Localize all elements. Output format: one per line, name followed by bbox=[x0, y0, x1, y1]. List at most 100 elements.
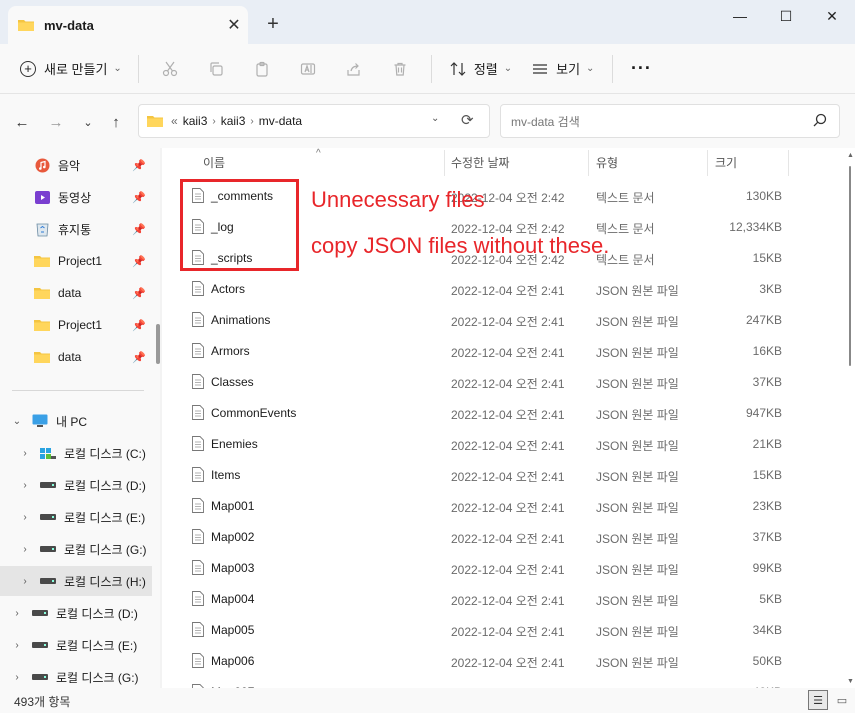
column-divider[interactable] bbox=[788, 150, 789, 176]
chevron-right-icon[interactable]: › bbox=[18, 544, 32, 555]
sidebar-item-data[interactable]: data 📌 bbox=[0, 278, 152, 308]
chevron-down-icon: ⌄ bbox=[586, 63, 595, 74]
drive-icon bbox=[40, 542, 56, 556]
file-row[interactable]: Map006 2022-12-04 오전 2:41 JSON 원본 파일 50KB bbox=[182, 645, 842, 676]
file-row[interactable]: Actors 2022-12-04 오전 2:41 JSON 원본 파일 3KB bbox=[182, 273, 842, 304]
maximize-button[interactable]: ☐ bbox=[763, 0, 809, 32]
breadcrumb-item[interactable]: kaii3 bbox=[183, 114, 208, 128]
tab-close-icon[interactable]: ✕ bbox=[220, 11, 248, 39]
sidebar-item-label: 휴지통 bbox=[58, 222, 92, 237]
sort-button[interactable]: 정렬 ⌄ bbox=[440, 53, 522, 85]
breadcrumb-item[interactable]: kaii3 bbox=[221, 114, 246, 128]
sidebar-item-label: Project1 bbox=[58, 318, 103, 332]
up-button[interactable]: ↑ bbox=[102, 108, 130, 136]
chevron-right-icon[interactable]: › bbox=[10, 640, 24, 651]
sidebar-item-this-pc[interactable]: ⌄ 내 PC bbox=[0, 406, 152, 436]
file-row[interactable]: Map004 2022-12-04 오전 2:41 JSON 원본 파일 5KB bbox=[182, 583, 842, 614]
tab-mv-data[interactable]: mv-data ✕ bbox=[8, 6, 248, 44]
pin-icon: 📌 bbox=[132, 159, 146, 172]
sidebar-item-drive-e[interactable]: › 로컬 디스크 (E:) bbox=[0, 502, 152, 532]
file-row[interactable]: Enemies 2022-12-04 오전 2:41 JSON 원본 파일 21KB bbox=[182, 428, 842, 459]
new-button[interactable]: + 새로 만들기 ⌄ bbox=[12, 53, 130, 85]
file-row[interactable]: Map001 2022-12-04 오전 2:41 JSON 원본 파일 23KB bbox=[182, 490, 842, 521]
chevron-down-icon[interactable]: ⌄ bbox=[10, 416, 24, 427]
file-row[interactable]: Classes 2022-12-04 오전 2:41 JSON 원본 파일 37KB bbox=[182, 366, 842, 397]
sidebar-item-drive-d[interactable]: › 로컬 디스크 (D:) bbox=[0, 470, 152, 500]
folder-icon bbox=[34, 254, 50, 268]
paste-button[interactable] bbox=[239, 53, 285, 85]
sidebar-item-network-drive-e[interactable]: › 로컬 디스크 (E:) bbox=[0, 630, 152, 660]
copy-icon bbox=[210, 61, 223, 76]
column-divider[interactable] bbox=[444, 150, 445, 176]
pin-icon: 📌 bbox=[132, 319, 146, 332]
file-size: 21KB bbox=[752, 437, 782, 451]
view-button[interactable]: 보기 ⌄ bbox=[522, 53, 604, 85]
file-size: 34KB bbox=[752, 623, 782, 637]
chevron-right-icon[interactable]: › bbox=[18, 480, 32, 491]
content-scrollbar-thumb[interactable] bbox=[849, 166, 851, 366]
breadcrumb-item[interactable]: mv-data bbox=[259, 114, 302, 128]
recent-locations-button[interactable]: ⌄ bbox=[74, 108, 102, 136]
file-row[interactable]: Map003 2022-12-04 오전 2:41 JSON 원본 파일 99KB bbox=[182, 552, 842, 583]
file-type: JSON 원본 파일 bbox=[596, 315, 679, 329]
refresh-icon[interactable]: ⟳ bbox=[461, 111, 474, 129]
file-size: 99KB bbox=[752, 561, 782, 575]
sidebar-item-network-drive-g[interactable]: › 로컬 디스크 (G:) bbox=[0, 662, 152, 688]
chevron-right-icon[interactable]: › bbox=[10, 672, 24, 683]
sidebar-item-network-drive-d[interactable]: › 로컬 디스크 (D:) bbox=[0, 598, 152, 628]
sidebar-item-videos[interactable]: 동영상 📌 bbox=[0, 182, 152, 212]
file-name: Map002 bbox=[211, 530, 255, 544]
file-row[interactable]: Map005 2022-12-04 오전 2:41 JSON 원본 파일 34KB bbox=[182, 614, 842, 645]
delete-button[interactable] bbox=[377, 53, 423, 85]
sidebar-scrollbar[interactable] bbox=[156, 324, 160, 364]
sidebar-item-project1[interactable]: Project1 📌 bbox=[0, 310, 152, 340]
cut-button[interactable] bbox=[147, 53, 193, 85]
column-header-size[interactable]: 크기 bbox=[715, 148, 737, 176]
column-header-date[interactable]: 수정한 날짜 bbox=[451, 148, 510, 176]
tiles-view-button[interactable]: ▭ bbox=[832, 690, 852, 710]
file-row[interactable]: Items 2022-12-04 오전 2:41 JSON 원본 파일 15KB bbox=[182, 459, 842, 490]
sidebar-item-data[interactable]: data 📌 bbox=[0, 342, 152, 372]
video-icon bbox=[34, 190, 50, 204]
minimize-button[interactable]: — bbox=[717, 0, 763, 32]
tab-title: mv-data bbox=[44, 17, 94, 33]
sidebar-item-music[interactable]: 음악 📌 bbox=[0, 150, 152, 180]
address-bar[interactable]: « kaii3 › kaii3 › mv-data ⌄ ⟳ bbox=[138, 104, 490, 138]
command-bar: + 새로 만들기 ⌄ 정렬 ⌄ 보기 ⌄ ··· bbox=[0, 44, 855, 94]
scroll-down-arrow[interactable]: ▼ bbox=[847, 678, 854, 685]
address-dropdown-icon[interactable]: ⌄ bbox=[431, 113, 439, 124]
column-divider[interactable] bbox=[588, 150, 589, 176]
sidebar-item-drive-c[interactable]: › 로컬 디스크 (C:) bbox=[0, 438, 152, 468]
chevron-right-icon[interactable]: › bbox=[18, 576, 32, 587]
scroll-up-arrow[interactable]: ▲ bbox=[847, 152, 854, 159]
overflow-breadcrumb[interactable]: « bbox=[171, 114, 178, 128]
forward-button[interactable]: → bbox=[42, 108, 70, 136]
column-header-name[interactable]: 이름 bbox=[203, 148, 225, 176]
file-name: CommonEvents bbox=[211, 406, 297, 420]
copy-button[interactable] bbox=[193, 53, 239, 85]
file-row[interactable]: Animations 2022-12-04 오전 2:41 JSON 원본 파일 24… bbox=[182, 304, 842, 335]
column-divider[interactable] bbox=[707, 150, 708, 176]
back-button[interactable]: ← bbox=[8, 108, 36, 136]
file-row[interactable]: Armors 2022-12-04 오전 2:41 JSON 원본 파일 16KB bbox=[182, 335, 842, 366]
chevron-right-icon[interactable]: › bbox=[10, 608, 24, 619]
sidebar-item-recycle-bin[interactable]: 휴지통 📌 bbox=[0, 214, 152, 244]
sidebar-item-label: 로컬 디스크 (G:) bbox=[64, 542, 147, 557]
close-button[interactable]: ✕ bbox=[809, 0, 855, 32]
chevron-right-icon[interactable]: › bbox=[18, 448, 32, 459]
share-button[interactable] bbox=[331, 53, 377, 85]
file-row[interactable]: Map002 2022-12-04 오전 2:41 JSON 원본 파일 37KB bbox=[182, 521, 842, 552]
details-view-button[interactable]: ☰ bbox=[808, 690, 828, 710]
sidebar-item-project1[interactable]: Project1 📌 bbox=[0, 246, 152, 276]
file-row[interactable]: CommonEvents 2022-12-04 오전 2:41 JSON 원본 파일… bbox=[182, 397, 842, 428]
column-header-type[interactable]: 유형 bbox=[596, 148, 618, 176]
rename-button[interactable] bbox=[285, 53, 331, 85]
more-options-button[interactable]: ··· bbox=[621, 53, 661, 85]
sidebar-item-drive-g[interactable]: › 로컬 디스크 (G:) bbox=[0, 534, 152, 564]
sidebar-item-drive-h[interactable]: › 로컬 디스크 (H:) bbox=[0, 566, 152, 596]
file-row[interactable]: Map0072022-12-04 오전 2:41JSON 원본 파일40KB bbox=[182, 676, 842, 688]
chevron-right-icon[interactable]: › bbox=[18, 512, 32, 523]
chevron-down-icon: ⌄ bbox=[503, 63, 513, 74]
search-input[interactable]: mv-data 검색 bbox=[500, 104, 840, 138]
new-tab-button[interactable]: + bbox=[258, 10, 288, 38]
